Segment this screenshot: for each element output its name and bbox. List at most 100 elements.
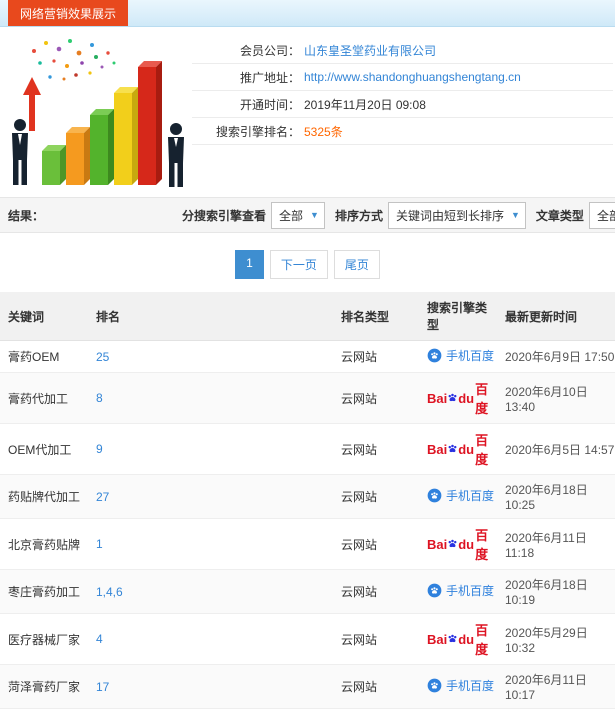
rank-type-text: 云网站	[341, 391, 378, 406]
updated-text: 2020年6月18日 10:25	[505, 483, 588, 512]
rank-cell: 9	[88, 423, 333, 475]
updated-cell: 2020年6月11日 10:17	[497, 664, 615, 709]
keyword-cell: 菏泽膏药厂家	[0, 664, 88, 709]
rank-link[interactable]: 9	[96, 442, 103, 456]
keyword-text: 药贴牌代加工	[8, 490, 81, 504]
mobile-baidu-badge	[427, 678, 442, 693]
rank-link[interactable]: 4	[96, 632, 103, 646]
rank-count-label: 搜索引擎排名：	[215, 124, 300, 139]
tab-marketing-effect[interactable]: 网络营销效果展示	[8, 0, 129, 26]
engine-type-cell: Bai du 百度	[419, 372, 497, 424]
rank-cell: 27	[88, 474, 333, 519]
sort-filter-select[interactable]: 关键词由短到长排序 ▼	[387, 201, 526, 229]
updated-cell: 2020年6月18日 10:19	[497, 569, 615, 614]
keyword-cell: 药贴牌代加工	[0, 474, 88, 519]
keyword-cell: 北京膏药贴牌	[0, 518, 88, 570]
page-button-current[interactable]: 1	[235, 250, 264, 279]
article-type-value: 全部	[596, 208, 615, 223]
baidu-paw-icon	[448, 634, 457, 642]
rank-link[interactable]: 25	[96, 350, 109, 364]
baidu-pc-logo: Bai du 百度	[427, 379, 497, 417]
mobile-baidu-icon	[427, 583, 442, 598]
info-row-rank-count: 搜索引擎排名： 5325条	[192, 118, 613, 145]
updated-cell: 2020年6月18日 10:25	[497, 474, 615, 519]
filter-bar: 结果： 分搜索引擎查看 全部 ▼ 排序方式 关键词由短到长排序 ▼ 文章类型 全…	[0, 197, 615, 233]
keyword-text: 枣庄膏药加工	[8, 585, 81, 599]
baidu-latin-prefix: Bai	[427, 441, 448, 457]
rank-cell: 1,4,6	[88, 569, 333, 614]
engine-type-cell: Bai du 百度	[419, 423, 497, 475]
bar-chart-illustration	[4, 33, 192, 191]
baidu-mobile-logo: 手机百度	[427, 347, 494, 364]
engine-filter-select[interactable]: 全部 ▼	[271, 201, 325, 229]
column-header-rank: 排名	[88, 292, 333, 341]
engine-filter-label: 分搜索引擎查看	[182, 208, 267, 223]
baidu-pc-logo: Bai du 百度	[427, 430, 497, 468]
article-type-select[interactable]: 全部 ▼	[588, 201, 615, 229]
baidu-pc-logo: Bai du 百度	[427, 620, 497, 658]
promo-url-link[interactable]: http://www.shandonghuangshengtang.cn	[304, 70, 521, 84]
updated-text: 2020年6月5日 14:57	[505, 442, 615, 457]
table-row: 枣庄膏药加工 1,4,6 云网站 手机百度 2020年6月18日 10:19	[0, 569, 615, 614]
rank-link[interactable]: 8	[96, 391, 103, 405]
rank-cell: 4	[88, 613, 333, 665]
updated-text: 2020年6月9日 17:50	[505, 350, 615, 364]
rank-cell: 17	[88, 664, 333, 709]
table-row: 医疗器械厂家 4 云网站 Bai du 百度 2020年5月29日 10:32	[0, 613, 615, 665]
page-title: 网络营销效果展示	[20, 6, 117, 21]
baidu-cn-text: 百度	[475, 382, 489, 416]
chevron-down-icon: ▼	[511, 210, 520, 220]
rank-link[interactable]: 1,4,6	[96, 585, 123, 599]
mobile-baidu-text: 手机百度	[446, 489, 495, 503]
rank-type-cell: 云网站	[333, 613, 419, 665]
mobile-baidu-badge	[427, 348, 442, 363]
rank-link[interactable]: 17	[96, 680, 109, 694]
results-table: 关键词 排名 排名类型 搜索引擎类型 最新更新时间 膏药OEM 25 云网站 手机百度…	[0, 292, 615, 709]
filter-group-article-type: 文章类型 全部 ▼	[536, 201, 615, 229]
keyword-text: 菏泽膏药厂家	[8, 680, 81, 694]
baidu-paw-wrap	[447, 442, 458, 457]
keyword-text: 膏药代加工	[8, 391, 69, 406]
column-header-rank-type: 排名类型	[333, 292, 419, 341]
engine-type-cell: 手机百度	[419, 664, 497, 709]
next-page-button[interactable]: 下一页	[269, 250, 328, 279]
rank-type-text: 云网站	[341, 537, 378, 552]
keyword-text: 医疗器械厂家	[8, 632, 81, 647]
table-row: 膏药OEM 25 云网站 手机百度 2020年6月9日 17:50	[0, 340, 615, 373]
keyword-cell: OEM代加工	[0, 423, 88, 475]
rank-type-text: 云网站	[341, 442, 378, 457]
rank-cell: 8	[88, 372, 333, 424]
rank-link[interactable]: 1	[96, 537, 103, 551]
updated-cell: 2020年6月5日 14:57	[497, 423, 615, 475]
filter-group-engine: 分搜索引擎查看 全部 ▼	[182, 201, 325, 229]
businessman-silhouette-right	[168, 123, 184, 187]
column-header-updated: 最新更新时间	[497, 292, 615, 341]
updated-cell: 2020年6月11日 11:18	[497, 518, 615, 570]
filter-group-sort: 排序方式 关键词由短到长排序 ▼	[335, 201, 526, 229]
pagination: 1 下一页 尾页	[0, 250, 615, 279]
table-row: 北京膏药贴牌 1 云网站 Bai du 百度 2020年6月11日 11:18	[0, 518, 615, 570]
updated-text: 2020年6月10日 13:40	[505, 384, 588, 414]
updated-text: 2020年6月11日 11:18	[505, 530, 587, 560]
company-label: 会员公司：	[239, 43, 300, 58]
last-page-button[interactable]: 尾页	[333, 250, 380, 279]
company-link[interactable]: 山东皇圣堂药业有限公司	[304, 42, 436, 59]
rank-type-text: 云网站	[341, 680, 378, 694]
rank-type-text: 云网站	[341, 350, 378, 364]
baidu-cn-text: 百度	[475, 528, 489, 562]
baidu-pc-logo: Bai du 百度	[427, 525, 497, 563]
table-row: OEM代加工 9 云网站 Bai du 百度 2020年6月5日 14:57	[0, 423, 615, 475]
table-row: 药贴牌代加工 27 云网站 手机百度 2020年6月18日 10:25	[0, 474, 615, 519]
rank-link[interactable]: 27	[96, 490, 109, 504]
engine-type-cell: 手机百度	[419, 474, 497, 519]
mobile-baidu-text: 手机百度	[446, 349, 495, 363]
rank-type-text: 云网站	[341, 632, 378, 647]
rank-type-cell: 云网站	[333, 423, 419, 475]
top-bar: 网络营销效果展示	[0, 0, 615, 27]
updated-text: 2020年6月11日 10:17	[505, 673, 587, 702]
baidu-latin-suffix: du	[458, 390, 475, 406]
keyword-text: OEM代加工	[8, 442, 72, 457]
results-table-head: 关键词 排名 排名类型 搜索引擎类型 最新更新时间	[0, 292, 615, 341]
info-row-open-time: 开通时间： 2019年11月20日 09:08	[192, 91, 613, 118]
updated-cell: 2020年6月9日 17:50	[497, 340, 615, 373]
